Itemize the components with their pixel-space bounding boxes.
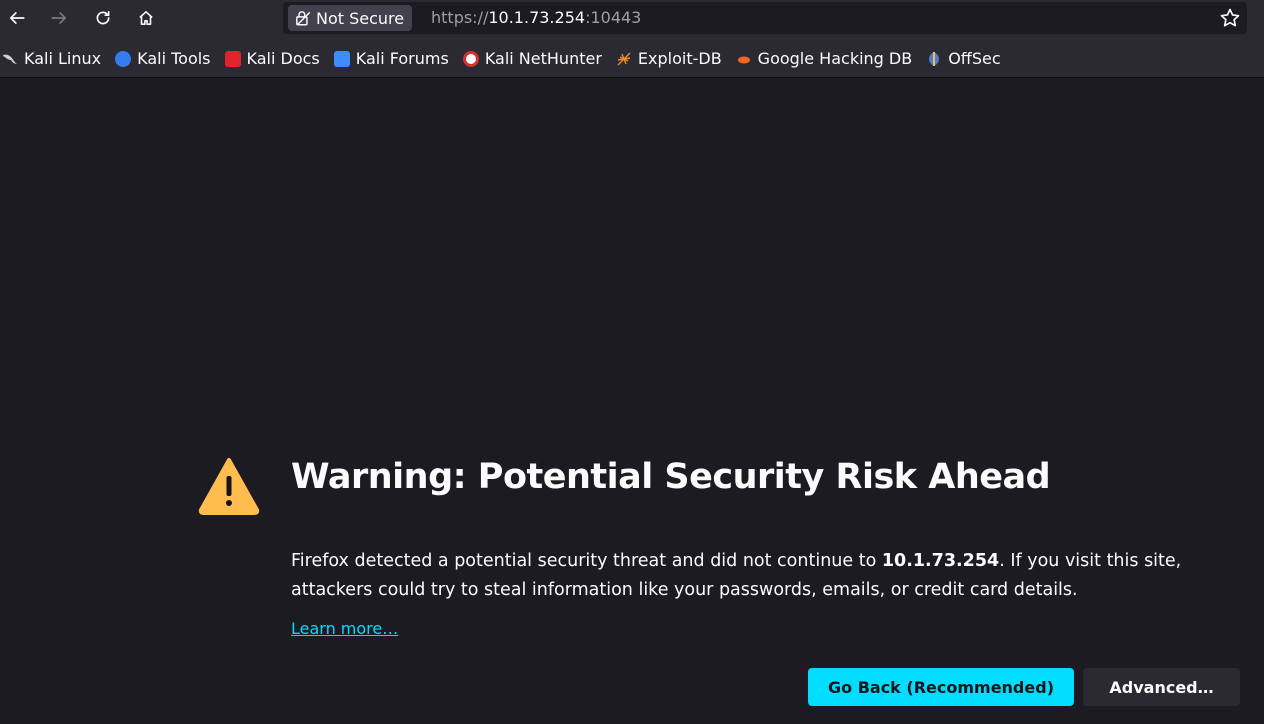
- url-port: :10443: [585, 8, 642, 27]
- reload-icon: [96, 10, 110, 25]
- not-secure-badge[interactable]: Not Secure: [288, 5, 413, 31]
- kali-docs-icon: [224, 50, 241, 67]
- bookmark-label: Exploit-DB: [637, 49, 722, 68]
- bookmark-label: OffSec: [948, 49, 1001, 68]
- forward-button[interactable]: [44, 4, 74, 32]
- bookmark-label: Kali Linux: [24, 49, 102, 68]
- nav-toolbar: Not Secure https://10.1.73.254:10443: [0, 0, 1264, 40]
- url-text[interactable]: https://10.1.73.254:10443: [431, 8, 641, 27]
- url-host: 10.1.73.254: [488, 8, 586, 27]
- bookmark-exploit-db[interactable]: Exploit-DB: [616, 49, 722, 68]
- back-button[interactable]: [2, 4, 32, 32]
- error-description: Firefox detected a potential security th…: [291, 547, 1231, 605]
- reload-button[interactable]: [88, 4, 118, 32]
- bookmark-label: Kali Docs: [246, 49, 320, 68]
- bookmark-kali-tools[interactable]: Kali Tools: [115, 49, 211, 68]
- advanced-button[interactable]: Advanced…: [1083, 668, 1240, 706]
- url-scheme: https://: [431, 8, 489, 27]
- bookmark-label: Kali NetHunter: [484, 49, 602, 68]
- bookmark-offsec[interactable]: OffSec: [926, 49, 1001, 68]
- star-icon: [1220, 8, 1240, 27]
- bookmark-google-hacking-db[interactable]: Google Hacking DB: [736, 49, 913, 68]
- desc-before: Firefox detected a potential security th…: [291, 551, 882, 571]
- url-bar[interactable]: Not Secure https://10.1.73.254:10443: [283, 2, 1247, 34]
- warning-triangle-icon: [198, 458, 260, 515]
- bookmark-kali-nethunter[interactable]: Kali NetHunter: [462, 49, 602, 68]
- page-title: Warning: Potential Security Risk Ahead: [291, 457, 1051, 497]
- desc-host: 10.1.73.254: [881, 551, 1000, 571]
- go-back-button[interactable]: Go Back (Recommended): [808, 668, 1074, 706]
- bookmark-label: Kali Tools: [137, 49, 211, 68]
- error-page: Warning: Potential Security Risk Ahead F…: [0, 79, 1264, 724]
- not-secure-label: Not Secure: [316, 8, 405, 28]
- bookmark-label: Kali Forums: [355, 49, 449, 68]
- learn-more-link[interactable]: Learn more…: [291, 619, 398, 638]
- bookmark-kali-forums[interactable]: Kali Forums: [333, 49, 449, 68]
- home-icon: [139, 11, 153, 25]
- bookmarks-toolbar: Kali Linux Kali Tools Kali Docs Kali For…: [0, 40, 1264, 78]
- ghdb-icon: [736, 51, 752, 67]
- bookmark-kali-linux[interactable]: Kali Linux: [2, 49, 101, 68]
- home-button[interactable]: [131, 4, 161, 32]
- offsec-icon: [926, 51, 942, 67]
- kali-forums-icon: [333, 50, 350, 67]
- arrow-left-icon: [9, 12, 25, 24]
- kali-tools-icon: [115, 50, 132, 67]
- bookmark-label: Google Hacking DB: [757, 49, 913, 68]
- kali-dragon-icon: [2, 51, 18, 67]
- bookmark-kali-docs[interactable]: Kali Docs: [224, 49, 320, 68]
- kali-nethunter-icon: [462, 50, 479, 67]
- bookmark-star-button[interactable]: [1219, 7, 1241, 29]
- arrow-right-icon: [51, 12, 67, 24]
- exploit-db-icon: [616, 51, 632, 67]
- lock-warning-icon: [296, 11, 311, 26]
